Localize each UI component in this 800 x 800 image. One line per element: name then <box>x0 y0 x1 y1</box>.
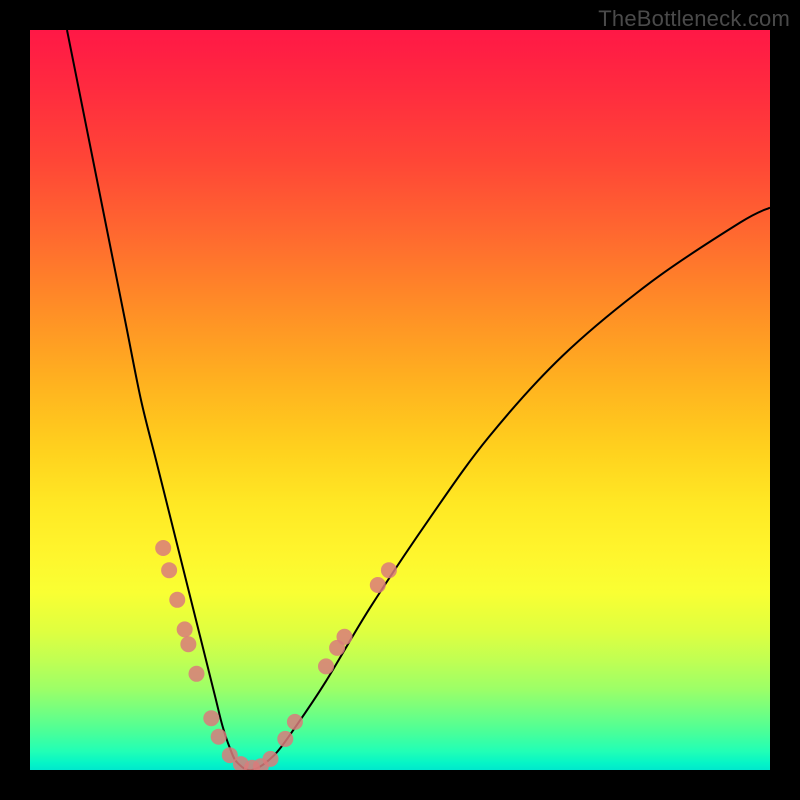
curve-marker <box>370 577 386 593</box>
curve-marker <box>318 658 334 674</box>
curve-marker <box>161 562 177 578</box>
curve-marker <box>287 714 303 730</box>
curve-marker <box>263 751 279 767</box>
chart-svg <box>30 30 770 770</box>
bottleneck-curve <box>67 30 770 770</box>
curve-marker <box>189 666 205 682</box>
curve-marker <box>277 731 293 747</box>
curve-marker <box>169 592 185 608</box>
stage: TheBottleneck.com <box>0 0 800 800</box>
curve-marker <box>337 629 353 645</box>
watermark-text: TheBottleneck.com <box>598 6 790 32</box>
curve-marker <box>177 621 193 637</box>
curve-marker <box>211 729 227 745</box>
curve-marker <box>180 636 196 652</box>
curve-marker <box>155 540 171 556</box>
curve-marker <box>203 710 219 726</box>
curve-marker <box>381 562 397 578</box>
plot-area <box>30 30 770 770</box>
